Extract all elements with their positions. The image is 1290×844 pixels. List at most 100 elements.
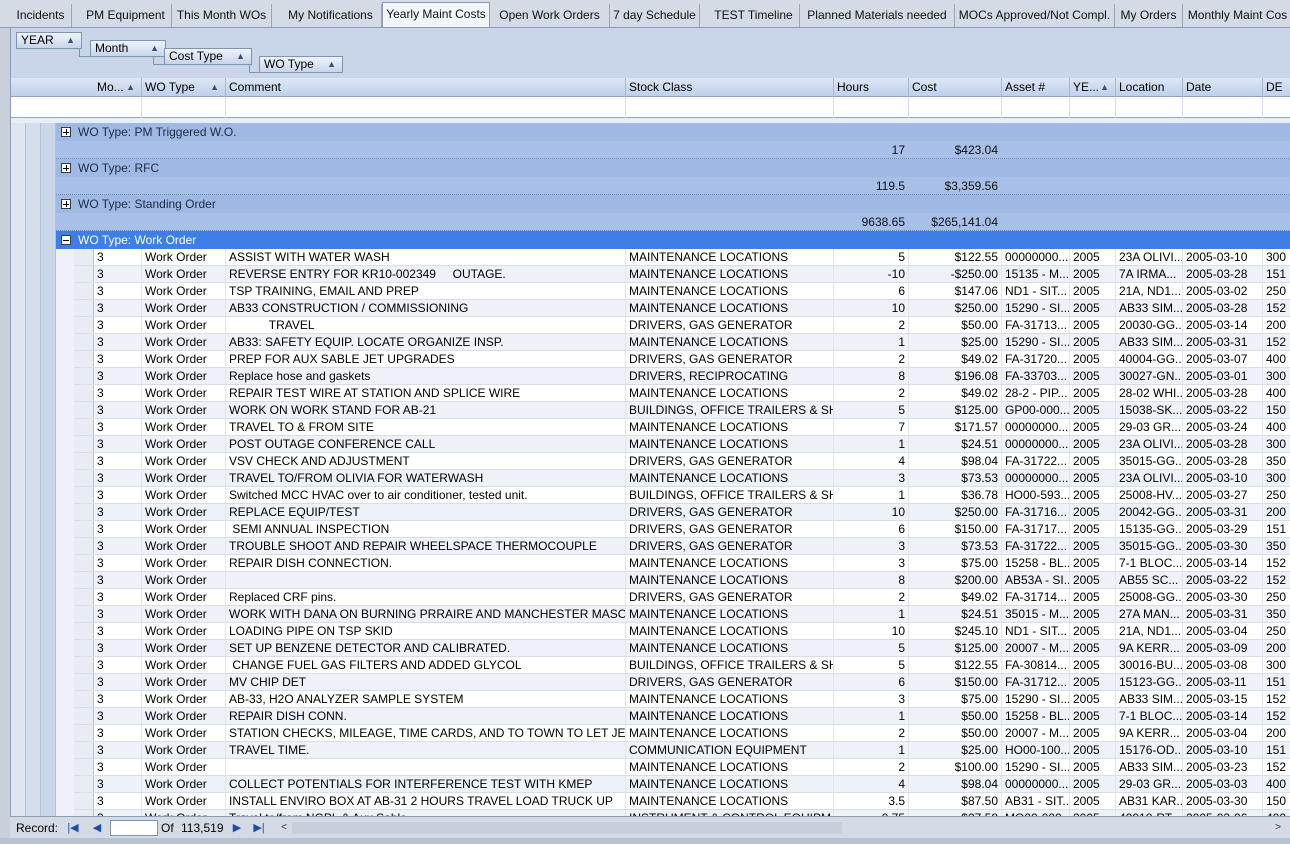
table-row[interactable]: 3 Work Order AB33: SAFETY EQUIP. LOCATE OR… — [74, 334, 1290, 351]
filter-cell[interactable] — [94, 97, 142, 118]
table-row[interactable]: 3 Work Order STATION CHECKS, MILEAGE, TIME… — [74, 725, 1290, 742]
filter-cell[interactable] — [909, 97, 1002, 118]
next-record-icon[interactable]: ▶ — [230, 820, 244, 836]
row-selector[interactable] — [74, 623, 94, 639]
group-chip-month[interactable]: Month ▲ — [90, 40, 166, 57]
row-selector[interactable] — [74, 691, 94, 707]
row-selector[interactable] — [74, 368, 94, 384]
row-selector[interactable] — [74, 708, 94, 724]
row-selector[interactable] — [74, 283, 94, 299]
table-row[interactable]: 3 Work Order MV CHIP DET DRIVERS, GAS GENER… — [74, 674, 1290, 691]
filter-cell[interactable] — [142, 97, 226, 118]
filter-cell[interactable] — [1116, 97, 1183, 118]
table-row[interactable]: 3 Work Order POST OUTAGE CONFERENCE CALL MA… — [74, 436, 1290, 453]
table-row[interactable]: 3 Work Order TRAVEL TO & FROM SITE MAINTENA… — [74, 419, 1290, 436]
table-row[interactable]: 3 Work Order Replace hose and gaskets DRIVE… — [74, 368, 1290, 385]
table-row[interactable]: 3 Work Order TRAVEL TIME. COMMUNICATION EQU… — [74, 742, 1290, 759]
table-row[interactable]: 3 Work Order MAINTENANCE LOCATIONS 2 $100.00… — [74, 759, 1290, 776]
table-row[interactable]: 3 Work Order Switched MCC HVAC over to air… — [74, 487, 1290, 504]
row-selector[interactable] — [74, 402, 94, 418]
row-selector[interactable] — [74, 725, 94, 741]
row-selector[interactable] — [74, 436, 94, 452]
filter-cell[interactable] — [1183, 97, 1263, 118]
tab-monthly-maint-cos[interactable]: Monthly Maint Cos — [1183, 4, 1290, 27]
table-row[interactable]: 3 Work Order TRAVEL TO/FROM OLIVIA FOR WAT… — [74, 470, 1290, 487]
table-row[interactable]: 3 Work Order AB33 CONSTRUCTION / COMMISSIO… — [74, 300, 1290, 317]
filter-cell[interactable] — [1263, 97, 1290, 118]
table-row[interactable]: 3 Work Order CHANGE FUEL GAS FILTERS AND … — [74, 657, 1290, 674]
group-row[interactable]: WO Type: RFC — [56, 159, 1290, 177]
tab-planned-materials-needed[interactable]: Planned Materials needed — [800, 4, 955, 27]
scrollbar-thumb[interactable] — [292, 822, 842, 834]
group-row[interactable]: WO Type: Work Order — [56, 231, 1290, 249]
row-selector[interactable] — [74, 470, 94, 486]
horizontal-scrollbar[interactable]: < > — [278, 821, 1284, 835]
row-selector[interactable] — [74, 606, 94, 622]
row-selector[interactable] — [74, 453, 94, 469]
expand-icon[interactable] — [61, 199, 71, 209]
row-selector[interactable] — [74, 776, 94, 792]
expand-icon[interactable] — [61, 127, 71, 137]
collapse-icon[interactable] — [61, 235, 71, 245]
column-header-ye[interactable]: YE... ▲ — [1070, 78, 1116, 97]
group-chip-cost-type[interactable]: Cost Type ▲ — [164, 48, 252, 65]
scroll-right-icon[interactable]: > — [1272, 821, 1284, 835]
row-selector[interactable] — [74, 538, 94, 554]
column-header-date[interactable]: Date — [1183, 78, 1263, 97]
table-row[interactable]: 3 Work Order TRAVEL DRIVERS, GAS GENERATOR… — [74, 317, 1290, 334]
row-selector[interactable] — [74, 334, 94, 350]
tab-my-orders[interactable]: My Orders — [1115, 4, 1183, 27]
tab-this-month-wos[interactable]: This Month WOs — [172, 4, 272, 27]
row-selector[interactable] — [74, 487, 94, 503]
row-selector[interactable] — [74, 351, 94, 367]
table-row[interactable]: 3 Work Order REPAIR DISH CONN. MAINTENANCE … — [74, 708, 1290, 725]
scroll-left-icon[interactable]: < — [278, 821, 290, 835]
row-selector[interactable] — [74, 504, 94, 520]
column-header-mo[interactable]: Mo... ▲ — [94, 78, 142, 97]
row-selector[interactable] — [74, 300, 94, 316]
table-row[interactable]: 3 Work Order SET UP BENZENE DETECTOR AND C… — [74, 640, 1290, 657]
table-row[interactable]: 3 Work Order WORK ON WORK STAND FOR AB-21 B… — [74, 402, 1290, 419]
group-chip-year[interactable]: YEAR ▲ — [16, 32, 82, 49]
row-selector[interactable] — [74, 317, 94, 333]
last-record-icon[interactable]: ▶| — [252, 820, 266, 836]
row-selector[interactable] — [74, 572, 94, 588]
row-selector[interactable] — [74, 555, 94, 571]
row-selector[interactable] — [74, 249, 94, 265]
filter-cell[interactable] — [1002, 97, 1070, 118]
table-row[interactable]: 3 Work Order COLLECT POTENTIALS FOR INTERF… — [74, 776, 1290, 793]
tab-pm-equipment[interactable]: PM Equipment — [80, 4, 172, 27]
table-row[interactable]: 3 Work Order SEMI ANNUAL INSPECTION DRIVER… — [74, 521, 1290, 538]
table-row[interactable]: 3 Work Order REVERSE ENTRY FOR KR10-002349… — [74, 266, 1290, 283]
table-row[interactable]: 3 Work Order WORK WITH DANA ON BURNING PRR… — [74, 606, 1290, 623]
table-row[interactable]: 3 Work Order LOADING PIPE ON TSP SKID MAINT… — [74, 623, 1290, 640]
row-selector[interactable] — [74, 759, 94, 775]
row-selector[interactable] — [74, 589, 94, 605]
row-selector[interactable] — [74, 521, 94, 537]
record-number-input[interactable] — [110, 820, 158, 836]
filter-cell[interactable] — [626, 97, 834, 118]
expand-icon[interactable] — [61, 163, 71, 173]
table-row[interactable]: 3 Work Order Replaced CRF pins. DRIVERS, GA… — [74, 589, 1290, 606]
column-header-location[interactable]: Location — [1116, 78, 1183, 97]
filter-cell[interactable] — [226, 97, 626, 118]
column-header-asset[interactable]: Asset # — [1002, 78, 1070, 97]
column-header-hours[interactable]: Hours — [834, 78, 909, 97]
tab-yearly-maint-costs[interactable]: Yearly Maint Costs — [382, 2, 490, 27]
table-row[interactable]: 3 Work Order MAINTENANCE LOCATIONS 8 $200.00… — [74, 572, 1290, 589]
column-header-comment[interactable]: Comment — [226, 78, 626, 97]
row-selector[interactable] — [74, 419, 94, 435]
group-row[interactable]: WO Type: PM Triggered W.O. — [56, 123, 1290, 141]
filter-cell[interactable] — [1070, 97, 1116, 118]
table-row[interactable]: 3 Work Order REPAIR DISH CONNECTION. MAINTE… — [74, 555, 1290, 572]
table-row[interactable]: 3 Work Order REPLACE EQUIP/TEST DRIVERS, GA… — [74, 504, 1290, 521]
column-header-wo-type[interactable]: WO Type ▲ — [142, 78, 226, 97]
table-row[interactable]: 3 Work Order ASSIST WITH WATER WASH MAINTEN… — [74, 249, 1290, 266]
table-row[interactable]: 3 Work Order TROUBLE SHOOT AND REPAIR WHEE… — [74, 538, 1290, 555]
row-selector[interactable] — [74, 385, 94, 401]
row-selector[interactable] — [74, 640, 94, 656]
previous-record-icon[interactable]: ◀ — [90, 820, 104, 836]
group-row[interactable]: WO Type: Standing Order — [56, 195, 1290, 213]
tab-test-timeline[interactable]: TEST Timeline — [708, 4, 800, 27]
row-selector[interactable] — [74, 674, 94, 690]
